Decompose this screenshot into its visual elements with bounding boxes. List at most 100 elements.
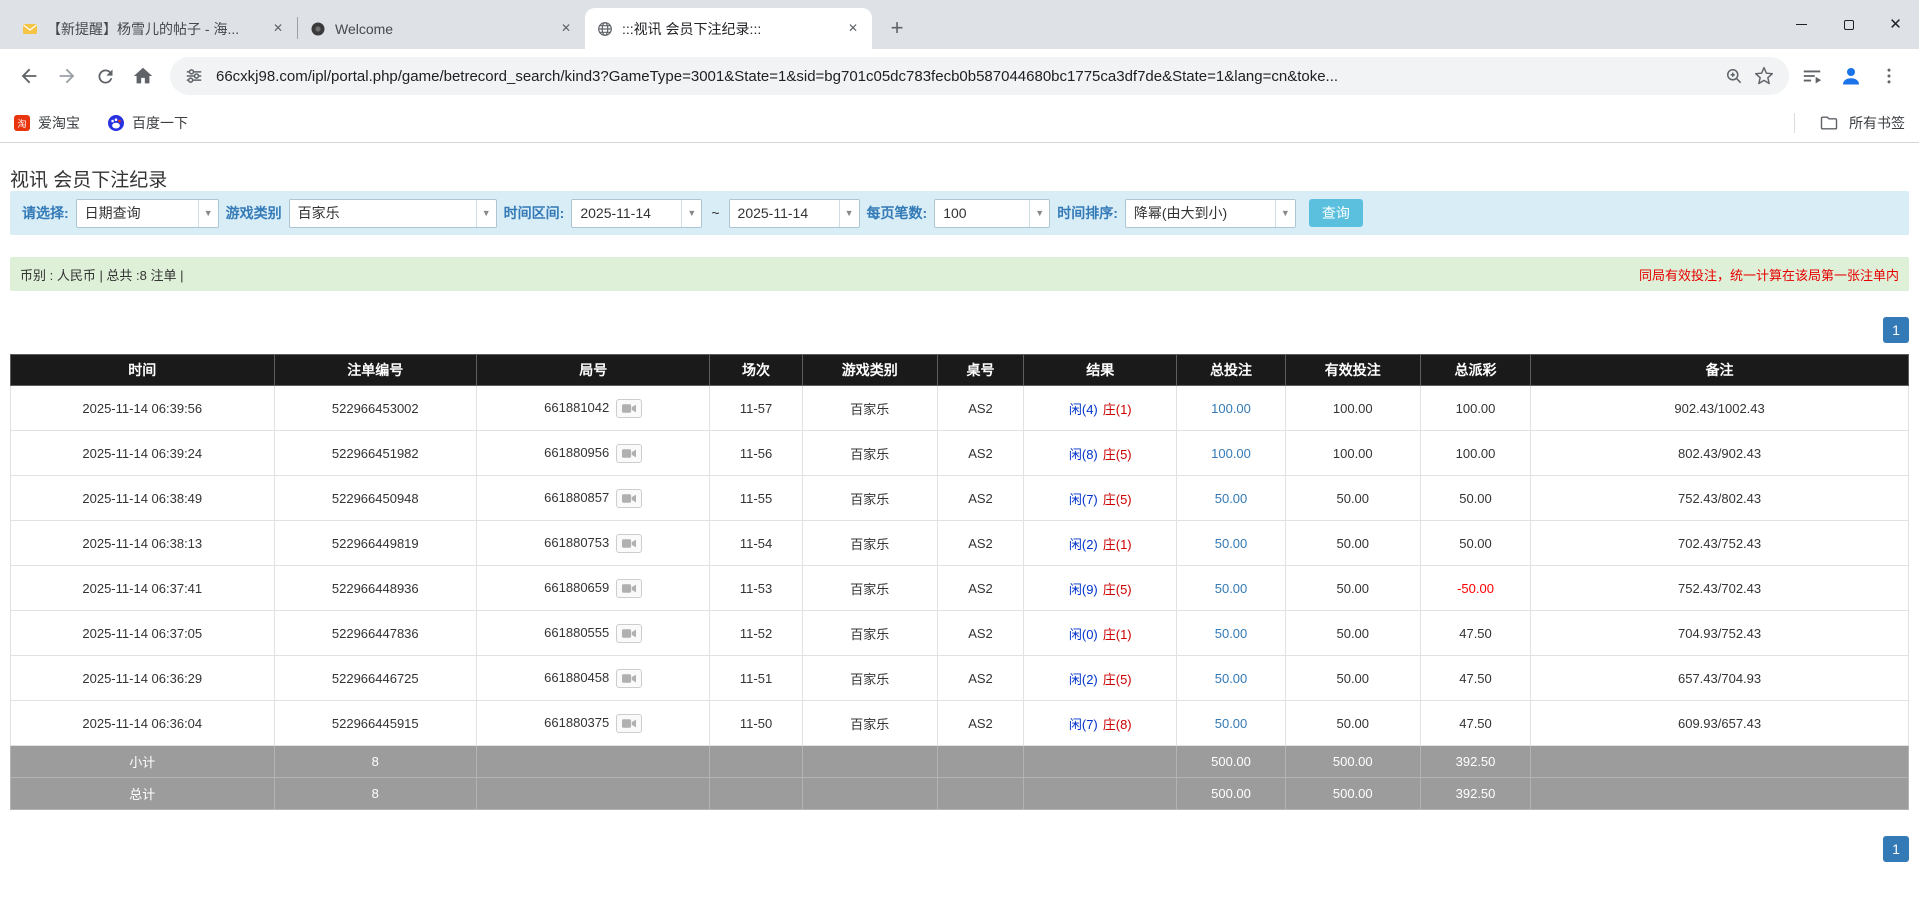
sort-order-select[interactable]: 降幂(由大到小) ▼ (1124, 198, 1296, 228)
round-cell: 661880458 (475, 655, 711, 701)
svg-text:淘: 淘 (17, 117, 26, 128)
game-type-select[interactable]: 百家乐 ▼ (288, 198, 497, 228)
date-range-separator: ~ (711, 205, 720, 221)
session-cell: 11-57 (709, 385, 803, 431)
payout-cell: 100.00 (1419, 430, 1532, 476)
total-bet-cell[interactable]: 50.00 (1176, 700, 1286, 746)
video-replay-icon[interactable] (616, 668, 643, 688)
result-player: 闲(7) (1068, 716, 1098, 732)
close-icon: ✕ (1889, 16, 1902, 33)
site-settings-icon[interactable] (184, 66, 204, 86)
tab-bet-record[interactable]: :::视讯 会员下注纪录::: ✕ (585, 8, 872, 49)
profile-avatar-icon[interactable] (1839, 64, 1863, 88)
pagination-bottom: 1 (10, 836, 1909, 862)
zoom-icon[interactable] (1719, 61, 1749, 91)
date-to-select[interactable]: 2025-11-14 ▼ (728, 198, 860, 228)
total-bet-cell[interactable]: 50.00 (1176, 520, 1286, 566)
bookmark-baidu[interactable]: 百度一下 (108, 113, 188, 133)
bookmark-taobao[interactable]: 淘 爱淘宝 (14, 113, 80, 133)
session-cell: 11-55 (709, 475, 803, 521)
subtotal-row: 小计 8 500.00 500.00 392.50 (10, 745, 1909, 778)
window-controls: ✕ (1778, 0, 1919, 49)
round-cell: 661880375 (475, 700, 711, 746)
total-bet-cell[interactable]: 50.00 (1176, 565, 1286, 611)
browser-toolbar: 66cxkj98.com/ipl/portal.php/game/betreco… (0, 49, 1919, 103)
time-cell: 2025-11-14 06:38:49 (10, 475, 275, 521)
time-cell: 2025-11-14 06:39:56 (10, 385, 275, 431)
game-type-cell: 百家乐 (801, 475, 938, 521)
video-replay-icon[interactable] (616, 398, 643, 418)
table-header-row: 时间 注单编号 局号 场次 游戏类别 桌号 结果 总投注 有效投注 总派彩 备注 (10, 354, 1909, 386)
tab-welcome[interactable]: Welcome ✕ (298, 8, 585, 49)
close-icon[interactable]: ✕ (844, 20, 862, 38)
tab-title: :::视讯 会员下注纪录::: (622, 20, 762, 37)
valid-bet-cell: 50.00 (1284, 475, 1421, 521)
video-replay-icon[interactable] (616, 713, 643, 733)
video-replay-icon[interactable] (616, 623, 643, 643)
game-type-cell: 百家乐 (801, 655, 938, 701)
result-banker: 庄(5) (1102, 581, 1132, 597)
maximize-button[interactable] (1825, 0, 1872, 49)
query-mode-select[interactable]: 日期查询 ▼ (75, 198, 219, 228)
col-header-payout: 总派彩 (1419, 354, 1532, 386)
table-row: 2025-11-14 06:36:04 522966445915 6618803… (10, 700, 1909, 746)
payout-cell: 50.00 (1419, 475, 1532, 521)
result-player: 闲(2) (1068, 671, 1098, 687)
bookmark-star-icon[interactable] (1749, 61, 1779, 91)
result-player: 闲(0) (1068, 626, 1098, 642)
video-replay-icon[interactable] (616, 578, 643, 598)
new-tab-button[interactable]: + (882, 13, 912, 43)
time-cell: 2025-11-14 06:37:05 (10, 610, 275, 656)
tab-title: Welcome (335, 20, 394, 37)
total-bet-cell[interactable]: 50.00 (1176, 610, 1286, 656)
all-bookmarks-label: 所有书签 (1849, 114, 1905, 131)
page-1-button[interactable]: 1 (1883, 836, 1909, 862)
taobao-icon: 淘 (14, 114, 30, 131)
close-icon[interactable]: ✕ (557, 20, 575, 38)
time-cell: 2025-11-14 06:38:13 (10, 520, 275, 566)
page-size-select[interactable]: 100 ▼ (934, 198, 1051, 228)
page-size-label: 每页笔数: (866, 205, 928, 221)
result-cell: 闲(9) 庄(5) (1023, 565, 1178, 611)
total-bet-cell[interactable]: 50.00 (1176, 655, 1286, 701)
total-bet-cell[interactable]: 50.00 (1176, 475, 1286, 521)
chevron-down-icon: ▼ (475, 199, 496, 227)
video-replay-icon[interactable] (616, 443, 643, 463)
col-header-bet-id: 注单编号 (273, 354, 477, 386)
minimize-button[interactable] (1778, 0, 1825, 49)
close-icon[interactable]: ✕ (269, 20, 287, 38)
menu-dots-icon[interactable] (1879, 66, 1899, 86)
media-controls-icon[interactable] (1801, 65, 1823, 87)
home-icon (133, 67, 153, 84)
note-cell: 802.43/902.43 (1530, 430, 1909, 476)
result-banker: 庄(8) (1102, 716, 1132, 732)
home-button[interactable] (124, 57, 162, 95)
back-button[interactable] (10, 57, 48, 95)
total-bet-cell[interactable]: 100.00 (1176, 385, 1286, 431)
result-banker: 庄(1) (1102, 401, 1132, 417)
subtotal-payout: 392.50 (1419, 745, 1532, 778)
close-window-button[interactable]: ✕ (1872, 0, 1919, 49)
refresh-button[interactable] (86, 57, 124, 95)
result-banker: 庄(5) (1102, 671, 1132, 687)
total-row: 总计 8 500.00 500.00 392.50 (10, 777, 1909, 810)
table-number-cell: AS2 (936, 655, 1025, 701)
address-bar[interactable]: 66cxkj98.com/ipl/portal.php/game/betreco… (170, 57, 1789, 95)
forward-button[interactable] (48, 57, 86, 95)
result-cell: 闲(8) 庄(5) (1023, 430, 1178, 476)
video-replay-icon[interactable] (616, 488, 643, 508)
video-replay-icon[interactable] (616, 533, 643, 553)
game-type-cell: 百家乐 (801, 610, 938, 656)
tab-forum-post[interactable]: 【新提醒】杨雪儿的帖子 - 海... ✕ (10, 8, 297, 49)
summary-info-bar: 币别 : 人民币 | 总共 :8 注单 | 同局有效投注，统一计算在该局第一张注… (10, 257, 1909, 291)
date-from-select[interactable]: 2025-11-14 ▼ (571, 198, 703, 228)
all-bookmarks[interactable]: 所有书签 (1794, 112, 1905, 133)
round-cell: 661880857 (475, 475, 711, 521)
table-row: 2025-11-14 06:36:29 522966446725 6618804… (10, 655, 1909, 701)
total-bet-cell[interactable]: 100.00 (1176, 430, 1286, 476)
note-cell: 752.43/702.43 (1530, 565, 1909, 611)
search-button[interactable]: 查询 (1308, 199, 1363, 227)
page-1-button[interactable]: 1 (1883, 317, 1909, 343)
col-header-result: 结果 (1023, 354, 1178, 386)
bet-id-cell: 522966451982 (273, 430, 477, 476)
